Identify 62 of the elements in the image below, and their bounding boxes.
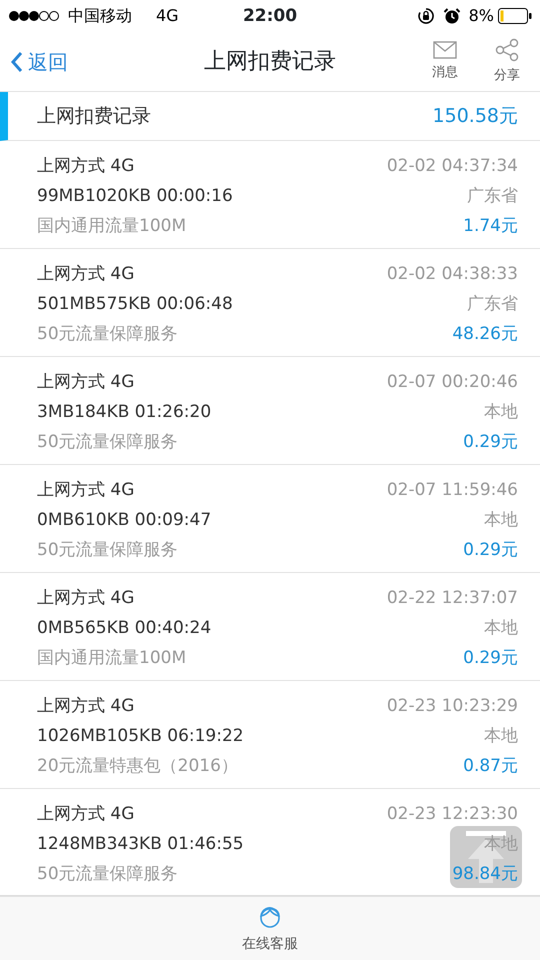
chevron-left-icon bbox=[10, 50, 24, 72]
battery-percent: 8% bbox=[468, 5, 494, 27]
back-to-top-button[interactable] bbox=[450, 826, 522, 888]
summary-label: 上网扣费记录 bbox=[37, 104, 151, 129]
back-button[interactable]: 返回 bbox=[10, 46, 68, 76]
envelope-icon bbox=[433, 40, 457, 59]
share-icon bbox=[495, 38, 519, 62]
record-time: 02-23 10:23:29 bbox=[386, 695, 518, 718]
package-name: 20元流量特惠包（2016） bbox=[37, 755, 238, 778]
charge-amount: 0.29元 bbox=[463, 431, 518, 454]
data-usage: 0MB565KB 00:40:24 bbox=[37, 617, 212, 640]
record-region: 本地 bbox=[484, 509, 518, 532]
package-name: 50元流量保障服务 bbox=[37, 323, 178, 346]
package-name: 国内通用流量100M bbox=[37, 647, 186, 670]
network-type: 上网方式 4G bbox=[37, 155, 134, 178]
record-time: 02-23 12:23:30 bbox=[386, 803, 518, 826]
carrier-name: 中国移动 bbox=[68, 5, 132, 27]
network-type: 上网方式 4G bbox=[37, 587, 134, 610]
charge-amount: 48.26元 bbox=[452, 323, 518, 346]
network-type: 上网方式 4G bbox=[37, 263, 134, 286]
network-type: 上网方式 4G bbox=[37, 803, 134, 826]
record-region: 本地 bbox=[484, 833, 518, 856]
charge-amount: 1.74元 bbox=[463, 215, 518, 238]
page-title: 上网扣费记录 bbox=[204, 48, 336, 76]
charge-amount: 0.87元 bbox=[463, 755, 518, 778]
alarm-icon bbox=[442, 7, 461, 25]
record-time: 02-07 11:59:46 bbox=[386, 479, 518, 502]
charge-amount: 0.29元 bbox=[463, 647, 518, 670]
charge-amount: 98.84元 bbox=[452, 863, 518, 886]
data-usage: 99MB1020KB 00:00:16 bbox=[37, 185, 233, 208]
package-name: 50元流量保障服务 bbox=[37, 539, 178, 562]
share-button[interactable]: 分享 bbox=[484, 38, 530, 86]
person-head-icon bbox=[257, 904, 283, 930]
battery-icon bbox=[498, 8, 532, 24]
messages-button[interactable]: 消息 bbox=[422, 40, 468, 82]
record-time: 02-02 04:38:33 bbox=[386, 263, 518, 286]
record-region: 广东省 bbox=[467, 293, 518, 316]
network-type: 4G bbox=[156, 5, 179, 27]
package-name: 50元流量保障服务 bbox=[37, 863, 178, 886]
package-name: 50元流量保障服务 bbox=[37, 431, 178, 454]
data-usage: 3MB184KB 01:26:20 bbox=[37, 401, 212, 424]
network-type: 上网方式 4G bbox=[37, 479, 134, 502]
data-usage: 1026MB105KB 06:19:22 bbox=[37, 725, 244, 748]
record-region: 本地 bbox=[484, 617, 518, 640]
data-usage: 0MB610KB 00:09:47 bbox=[37, 509, 212, 532]
charge-amount: 0.29元 bbox=[463, 539, 518, 562]
data-usage: 501MB575KB 00:06:48 bbox=[37, 293, 233, 316]
signal-icon bbox=[8, 10, 60, 22]
network-type: 上网方式 4G bbox=[37, 695, 134, 718]
record-region: 本地 bbox=[484, 725, 518, 748]
record-region: 广东省 bbox=[467, 185, 518, 208]
record-region: 本地 bbox=[484, 401, 518, 424]
rotation-lock-icon bbox=[416, 7, 435, 25]
network-type: 上网方式 4G bbox=[37, 371, 134, 394]
record-time: 02-22 12:37:07 bbox=[386, 587, 518, 610]
package-name: 国内通用流量100M bbox=[37, 215, 186, 238]
record-time: 02-02 04:37:34 bbox=[386, 155, 518, 178]
data-usage: 1248MB343KB 01:46:55 bbox=[37, 833, 244, 856]
summary-amount: 150.58元 bbox=[432, 104, 518, 129]
record-time: 02-07 00:20:46 bbox=[386, 371, 518, 394]
clock: 22:00 bbox=[242, 5, 298, 28]
customer-service-tab[interactable]: 在线客服 bbox=[242, 896, 298, 960]
